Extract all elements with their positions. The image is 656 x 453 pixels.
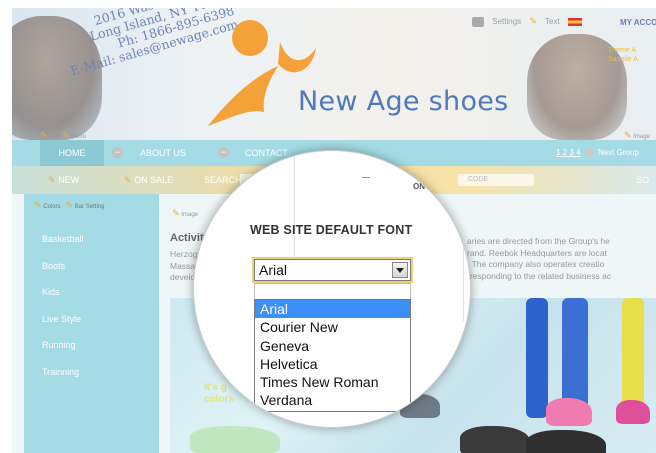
code-input[interactable]: CODE [458,174,534,186]
font-option-verdana[interactable]: Verdana [255,391,410,409]
pencil-icon: ✎ [34,200,42,210]
pencil-icon: ✎ [529,16,537,26]
banner-text: It's g colors [204,382,234,406]
model-leg [526,298,548,418]
top-links: Settings ✎ Text [472,16,588,27]
font-option-helvetica[interactable]: Helvetica [255,355,410,373]
dropdown-spacer [254,283,411,300]
sidebar-item-live-style[interactable]: Live Style [42,314,84,341]
main-edit-image: ✎ Image [172,208,198,219]
next-arrow-icon[interactable] [584,148,594,158]
paragraph-line: . The company also operates creatio [467,259,605,269]
sidebar-item-boots[interactable]: Boots [42,261,84,288]
paragraph-line: aries are directed from the Group's he [467,236,610,246]
minus-circle-icon[interactable]: − [218,147,229,158]
font-option-geneva[interactable]: Geneva [255,337,410,355]
main-paragraph-right: aries are directed from the Group's he r… [467,236,656,282]
subnav-new[interactable]: ✎ NEW [48,166,79,194]
edit-image-link[interactable]: Image [181,212,198,218]
nav-about-us[interactable]: ABOUT US [140,140,210,166]
next-group-link[interactable]: Next Group [598,148,639,157]
page-navigator: 1 2 3 4 Next Group [556,140,639,166]
search-icon[interactable] [472,16,484,27]
paragraph-line: rresponding to the related business ac [467,270,612,281]
nav-home[interactable]: HOME [40,140,104,166]
pencil-icon: ✎ [40,130,48,140]
category-list: Basketball Boots Kids Live Style Running… [42,234,84,393]
page-numbers[interactable]: 1 2 3 4 [556,148,580,157]
dialog-fragment-label: ONT [413,182,430,191]
font-dialog-title: WEB SITE DEFAULT FONT [250,223,413,237]
font-options-list[interactable]: Arial Courier New Geneva Helvetica Times… [254,299,411,412]
sneaker [546,398,592,426]
font-select[interactable]: Arial [254,259,411,281]
subnav-on-sale[interactable]: ✎ ON SALE [124,166,173,194]
colors-link[interactable]: Colors [43,204,60,210]
pencil-icon: ✎ [48,175,56,185]
flag-icon [567,17,582,26]
brand-name: New Age shoes [298,86,509,117]
subnav-right-text: SO [636,175,650,185]
chevron-down-icon[interactable] [392,262,408,278]
font-option-times-new-roman[interactable]: Times New Roman [255,373,410,391]
pencil-icon: ✎ [172,208,180,218]
pencil-icon: ✎ [61,130,70,140]
settings-link[interactable]: Settings [492,17,521,26]
minus-circle-icon[interactable]: − [112,147,123,158]
sidebar-item-kids[interactable]: Kids [42,287,84,314]
sneaker [460,426,530,453]
subnav-on-sale-label: ON SALE [134,175,174,185]
theme-links: Theme A Sample A [608,46,638,64]
sidebar-item-trainning[interactable]: Trainning [42,367,84,394]
sneaker [616,400,650,424]
pencil-icon: ✎ [624,130,632,140]
sneaker [190,426,280,453]
font-select-value: Arial [259,262,288,278]
magnifier-lens: ONT WEB SITE DEFAULT FONT Arial Arial Co… [193,150,471,428]
text-link[interactable]: Text [545,17,560,26]
model-leg [562,298,588,408]
pencil-icon: ✎ [124,175,132,185]
subnav-new-label: NEW [58,175,80,185]
site-header: 2016 Washington Ave Long Island, NY 1069… [12,8,656,140]
sidebar-edit-links: ✎ Colors ✎ Bar Setting [34,200,104,211]
my-account-link[interactable]: MY ACCO [620,18,656,27]
model-leg [622,298,644,410]
theme-link[interactable]: Theme A [608,46,638,55]
theme-link[interactable]: Sample A [608,55,638,64]
pencil-icon: ✎ [65,200,74,210]
sidebar-item-basketball[interactable]: Basketball [42,234,84,261]
bar-setting-link[interactable]: Bar Setting [75,204,105,210]
sidebar-item-running[interactable]: Running [42,340,84,367]
font-option-arial[interactable]: Arial [255,300,410,319]
font-option-courier-new[interactable]: Courier New [255,318,410,336]
sneaker [526,430,606,453]
dash-line [362,177,370,178]
paragraph-line: rand. Reebok Headquarters are locat [467,247,607,258]
category-sidebar: ✎ Colors ✎ Bar Setting Basketball Boots … [24,194,159,453]
banner-line: colors [204,394,235,405]
